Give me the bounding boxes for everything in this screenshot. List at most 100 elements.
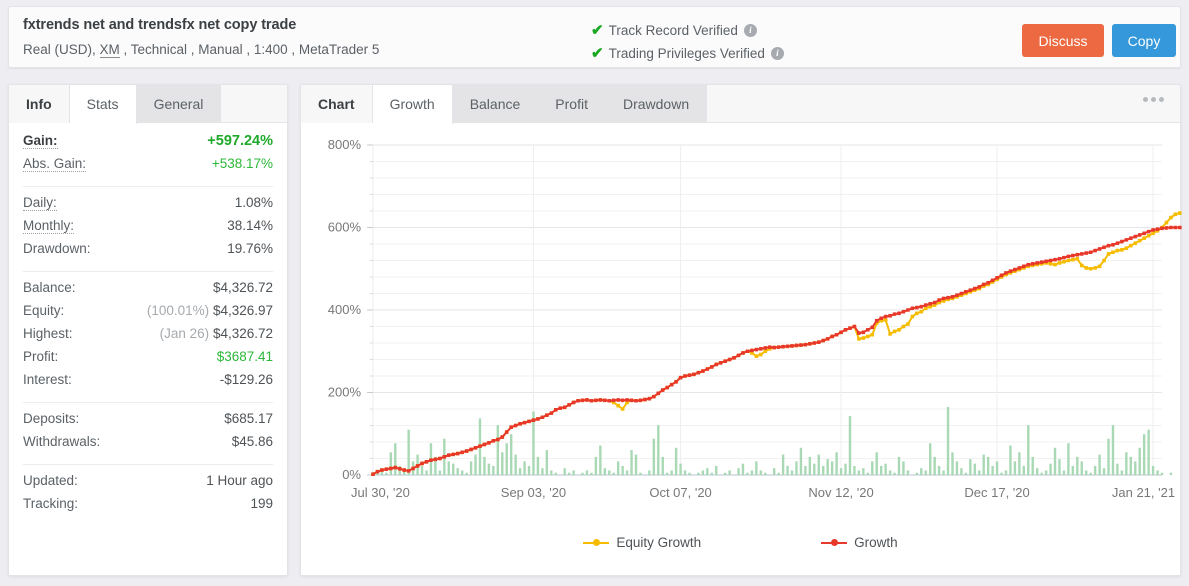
series-point-growth — [799, 343, 803, 347]
bar — [585, 470, 589, 475]
series-point-growth — [1115, 241, 1120, 245]
series-point-growth — [553, 408, 558, 412]
bar — [452, 463, 455, 475]
bar — [826, 459, 829, 475]
bar — [1147, 429, 1150, 475]
info-icon[interactable]: i — [743, 23, 757, 37]
series-point-growth — [1084, 251, 1089, 255]
bar — [888, 470, 892, 475]
series-point-growth — [1173, 225, 1178, 230]
tab-growth[interactable]: Growth — [372, 85, 453, 124]
ellipsis-icon[interactable] — [1143, 97, 1164, 102]
bar — [795, 461, 798, 475]
series-point-growth — [446, 453, 451, 457]
series-point-growth — [469, 447, 473, 452]
series-point-equity-growth — [901, 324, 906, 329]
stat-value: 38.14% — [227, 218, 273, 233]
tab-balance[interactable]: Balance — [452, 85, 539, 123]
series-point-growth — [763, 346, 768, 350]
series-point-growth — [478, 444, 482, 448]
legend-item-equity-growth[interactable]: Equity Growth — [583, 535, 701, 550]
stat-label[interactable]: Monthly: — [23, 218, 75, 234]
series-point-growth — [1053, 257, 1057, 262]
stat-label[interactable]: Abs. Gain: — [23, 156, 87, 172]
stats-divider — [23, 186, 273, 187]
bar — [1125, 452, 1128, 475]
series-point-growth — [1178, 225, 1182, 230]
discuss-button[interactable]: Discuss — [1022, 24, 1104, 57]
verification-label: Track Record Verified — [608, 22, 738, 38]
bar — [929, 443, 932, 475]
series-point-growth — [536, 417, 540, 421]
series-point-growth — [576, 398, 580, 403]
bar — [1000, 472, 1003, 475]
series-point-growth — [652, 394, 656, 399]
bar — [960, 468, 963, 475]
series-point-growth — [839, 330, 843, 335]
series-point-growth — [611, 398, 616, 403]
bar — [1027, 425, 1030, 475]
series-point-growth — [1075, 252, 1080, 257]
bar — [594, 456, 598, 475]
bar — [1151, 465, 1155, 475]
series-point-equity-growth — [620, 407, 625, 411]
series-point-growth — [429, 458, 433, 462]
series-point-growth — [531, 418, 536, 422]
series-point-growth — [1044, 259, 1048, 264]
growth-chart: 0% 200% 400% 600% 800% Jul 30, '20 Sep 03, '20… — [301, 123, 1182, 575]
stat-row: Monthly: 38.14% — [23, 218, 273, 239]
stat-value: 1.08% — [234, 195, 273, 210]
series-point-equity-growth — [759, 352, 763, 357]
check-icon: ✔ — [591, 21, 604, 39]
broker-link[interactable]: XM — [99, 42, 120, 58]
series-point-growth — [910, 306, 915, 311]
series-point-growth — [1030, 262, 1035, 266]
series-point-growth — [865, 328, 870, 332]
info-icon[interactable]: i — [770, 46, 784, 60]
series-point-growth — [397, 467, 402, 471]
tab-stats[interactable]: Stats — [69, 85, 137, 124]
series-point-equity-growth — [1169, 215, 1173, 220]
series-point-equity-growth — [1079, 263, 1084, 268]
tab-drawdown[interactable]: Drawdown — [605, 85, 708, 123]
series-point-equity-growth — [754, 354, 759, 358]
series-point-growth — [1008, 269, 1013, 274]
series-point-equity-growth — [1057, 261, 1062, 265]
series-point-growth — [736, 353, 741, 358]
series-point-growth — [1066, 254, 1071, 259]
bar — [964, 472, 968, 475]
series-point-growth — [709, 365, 714, 369]
series-point-growth — [504, 430, 509, 434]
series-point-growth — [473, 445, 478, 450]
legend-item-growth[interactable]: Growth — [821, 535, 898, 550]
tab-general[interactable]: General — [136, 85, 222, 123]
series-point-growth — [972, 286, 977, 291]
bar — [514, 454, 517, 475]
bar — [572, 470, 575, 475]
stats-tabbar: Info Stats General — [9, 85, 287, 124]
stat-value: +597.24% — [207, 133, 273, 149]
bar — [527, 465, 531, 475]
series-point-growth — [415, 464, 420, 468]
tab-info: Info — [9, 85, 70, 123]
bar — [407, 429, 410, 475]
bar — [995, 461, 999, 475]
account-meta: Real (USD), XM , Technical , Manual , 1:… — [23, 42, 379, 58]
series-point-growth — [589, 398, 594, 403]
stat-label[interactable]: Daily: — [23, 195, 57, 211]
bar — [1107, 438, 1110, 475]
tab-profit[interactable]: Profit — [538, 85, 606, 123]
series-point-equity-growth — [1120, 247, 1124, 252]
series-point-growth — [692, 372, 696, 377]
bar — [1009, 445, 1012, 475]
series-point-growth — [571, 400, 576, 405]
bar — [777, 472, 780, 475]
bar — [746, 472, 749, 475]
series-point-growth — [995, 276, 999, 280]
series-point-growth — [750, 348, 754, 353]
stat-label[interactable]: Gain: — [23, 133, 58, 149]
series-point-growth — [964, 290, 968, 294]
bar — [1111, 425, 1115, 475]
copy-button[interactable]: Copy — [1112, 24, 1176, 57]
bar — [924, 470, 927, 475]
